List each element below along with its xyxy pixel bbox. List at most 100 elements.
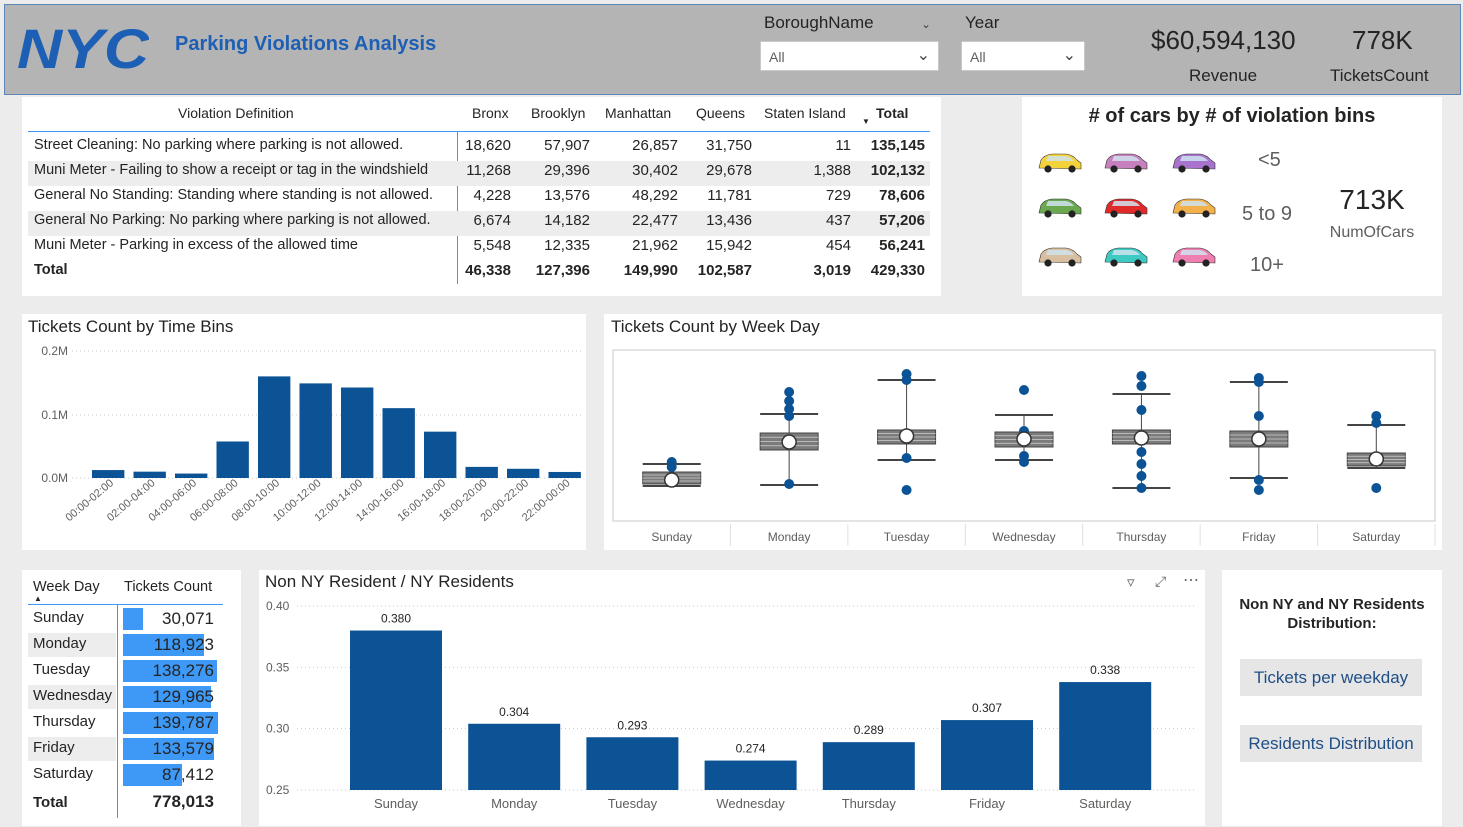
boxplot-sunday[interactable] xyxy=(642,457,702,488)
time-bin-bar[interactable] xyxy=(465,466,498,478)
x-tick-label: Thursday xyxy=(842,796,897,811)
tickets-count-cell: 30,071 xyxy=(162,609,214,628)
time-bin-bar[interactable] xyxy=(424,431,457,478)
matrix-cell: 31,750 xyxy=(706,137,752,154)
matrix-total-cell: 102,587 xyxy=(697,262,752,279)
matrix-cell: 57,907 xyxy=(544,137,590,154)
week-day-name: Thursday xyxy=(33,713,96,730)
violation-definition: Street Cleaning: No parking where parkin… xyxy=(34,137,404,153)
time-bin-bar[interactable] xyxy=(341,387,374,478)
time-bins-chart-card: Tickets Count by Time Bins 0.0M 0.1M 0.2M 0… xyxy=(22,314,586,550)
y-tick-label: 0.25 xyxy=(266,783,290,797)
time-bin-bar[interactable] xyxy=(216,441,249,478)
sort-up-icon: ▲ xyxy=(34,594,42,603)
y-tick-label: 0.30 xyxy=(266,722,290,736)
tickets-per-weekday-button[interactable]: Tickets per weekday xyxy=(1240,659,1422,696)
time-bin-bar[interactable] xyxy=(258,376,291,478)
ratio-bar[interactable] xyxy=(822,742,915,790)
chevron-down-icon[interactable]: ⌄ xyxy=(921,17,931,31)
tickets-count-cell: 87,412 xyxy=(162,765,214,784)
col-header-staten-island[interactable]: Staten Island xyxy=(764,105,846,121)
car-icon xyxy=(1104,247,1148,267)
tickets-count-cell: 118,923 xyxy=(153,635,214,654)
residents-distribution-button[interactable]: Residents Distribution xyxy=(1240,725,1422,762)
matrix-cell: 56,241 xyxy=(879,237,925,254)
bin-label-5-9: 5 to 9 xyxy=(1242,203,1293,225)
borough-dropdown[interactable]: All ⌄ xyxy=(760,41,939,71)
col-header-total[interactable]: Total xyxy=(876,105,908,121)
col-header-tickets-count[interactable]: Tickets Count xyxy=(124,579,212,595)
week-day-name: Saturday xyxy=(33,765,94,782)
bin-label-10plus: 10+ xyxy=(1250,254,1284,276)
violation-definition: Muni Meter - Parking in excess of the al… xyxy=(34,237,358,253)
ratio-bar[interactable] xyxy=(941,720,1033,790)
ratio-bar[interactable] xyxy=(586,737,679,790)
x-tick-label: Tuesday xyxy=(608,796,658,811)
column-divider xyxy=(117,604,118,818)
ratio-bar[interactable] xyxy=(468,723,561,790)
y-tick-label: 0.1M xyxy=(41,408,68,422)
car-icon xyxy=(1172,198,1216,218)
cars-by-bins-card: # of cars by # of violation bins <5 5 to… xyxy=(1022,97,1442,296)
x-tick-label: Thursday xyxy=(1116,530,1166,544)
boxplot-wednesday[interactable] xyxy=(994,385,1054,467)
borough-dropdown-value: All xyxy=(769,49,785,65)
data-label: 0.304 xyxy=(499,705,529,719)
matrix-cell: 18,620 xyxy=(465,137,511,154)
time-bin-bar[interactable] xyxy=(507,468,540,478)
num-of-cars-value: 713K xyxy=(1339,184,1405,215)
boxplot-friday[interactable] xyxy=(1229,373,1289,495)
ratio-bar[interactable] xyxy=(350,630,442,790)
tickets-count-value: 778K xyxy=(1352,25,1413,55)
x-tick-label: Saturday xyxy=(1352,530,1400,544)
matrix-cell: 11,268 xyxy=(466,162,511,179)
tickets-count-cell: 129,965 xyxy=(152,687,214,706)
x-tick-label: Saturday xyxy=(1079,796,1132,811)
week-day-name: Wednesday xyxy=(33,687,112,704)
col-header-manhattan[interactable]: Manhattan xyxy=(605,105,671,121)
residents-panel-title: Non NY and NY Residents Distribution: xyxy=(1239,596,1425,632)
col-header-week-day[interactable]: Week Day xyxy=(33,579,100,595)
x-tick-label: Tuesday xyxy=(884,530,930,544)
matrix-cell: 135,145 xyxy=(870,137,925,154)
data-label: 0.380 xyxy=(381,612,411,626)
ratio-bar[interactable] xyxy=(704,760,797,790)
matrix-total-cell: 429,330 xyxy=(870,262,925,279)
revenue-value: $60,594,130 xyxy=(1151,25,1296,55)
data-label: 0.289 xyxy=(854,723,884,737)
matrix-cell: 5,548 xyxy=(473,237,511,254)
matrix-cell: 11,781 xyxy=(707,187,752,204)
week-day-name: Sunday xyxy=(33,609,84,626)
x-tick-label: Friday xyxy=(1242,530,1275,544)
time-bin-bar[interactable] xyxy=(382,408,415,478)
year-dropdown[interactable]: All ⌄ xyxy=(961,41,1085,71)
time-bin-bar[interactable] xyxy=(92,470,125,478)
col-header-bronx[interactable]: Bronx xyxy=(472,105,509,121)
residents-nav-panel: Non NY and NY Residents Distribution: Ti… xyxy=(1222,570,1442,826)
week-day-name: Tuesday xyxy=(33,661,90,678)
violations-matrix: Violation Definition Bronx Brooklyn Manhatt… xyxy=(22,97,941,296)
header-divider xyxy=(28,131,930,132)
col-header-brooklyn[interactable]: Brooklyn xyxy=(531,105,585,121)
matrix-cell: 78,606 xyxy=(879,187,925,204)
revenue-label: Revenue xyxy=(1189,66,1258,85)
page-title: Parking Violations Analysis xyxy=(175,33,437,55)
resident-ratio-chart-card: Non NY Resident / NY Residents ▿ ⤢ ⋯ 0.2… xyxy=(259,570,1205,826)
y-tick-label: 0.40 xyxy=(266,599,290,613)
matrix-cell: 29,396 xyxy=(544,162,590,179)
header-bar: NYC Parking Violations Analysis BoroughN… xyxy=(4,4,1461,95)
x-tick-label: Sunday xyxy=(374,796,419,811)
boxplot-monday[interactable] xyxy=(759,387,819,489)
col-header-violation-definition[interactable]: Violation Definition xyxy=(178,105,294,121)
x-tick-label: Monday xyxy=(768,530,811,544)
col-header-queens[interactable]: Queens xyxy=(696,105,745,121)
num-of-cars-label: NumOfCars xyxy=(1329,224,1415,241)
boxplot-thursday[interactable] xyxy=(1111,371,1171,493)
week-table-total-label: Total xyxy=(33,794,68,811)
year-slicer-label: Year xyxy=(965,13,1000,32)
time-bin-bar[interactable] xyxy=(299,383,332,478)
boxplot-tuesday[interactable] xyxy=(877,369,937,495)
x-tick-label: Monday xyxy=(491,796,538,811)
boxplot-saturday[interactable] xyxy=(1346,411,1406,493)
ratio-bar[interactable] xyxy=(1059,682,1152,790)
